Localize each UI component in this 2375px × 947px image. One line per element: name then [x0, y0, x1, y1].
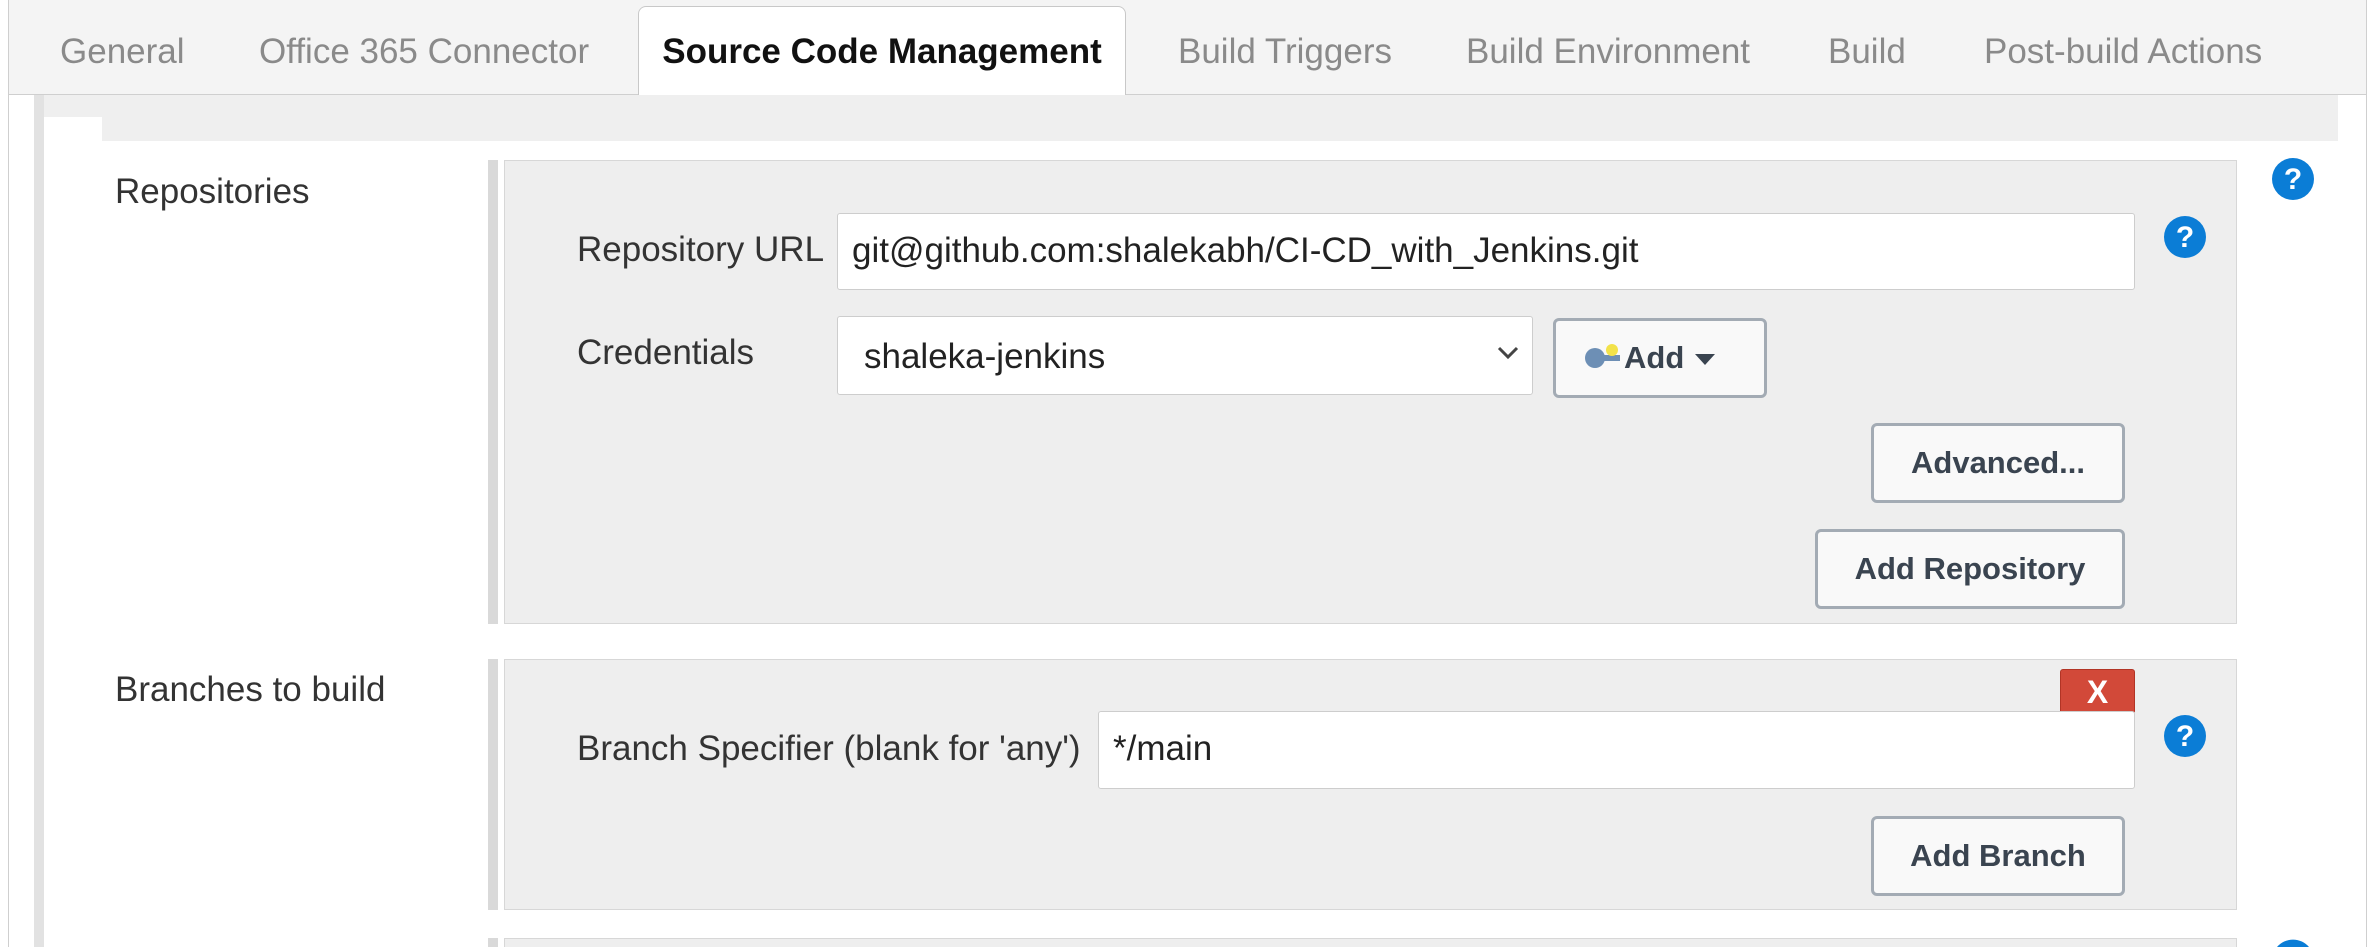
chevron-down-icon [1497, 346, 1519, 360]
branches-to-build-label: Branches to build [115, 670, 386, 709]
repositories-help-icon[interactable]: ? [2271, 157, 2315, 201]
section-header-strip [44, 95, 2338, 141]
add-credentials-button[interactable]: Add [1553, 318, 1767, 398]
next-panel-bar [488, 938, 498, 947]
section-header-gap [44, 117, 102, 141]
add-branch-button[interactable]: Add Branch [1871, 816, 2125, 896]
tab-office-365-connector[interactable]: Office 365 Connector [259, 0, 589, 95]
add-repository-button[interactable]: Add Repository [1815, 529, 2125, 609]
repository-url-input[interactable]: git@github.com:shalekabh/CI-CD_with_Jenk… [837, 213, 2135, 290]
tab-source-code-management[interactable]: Source Code Management [638, 6, 1126, 96]
key-icon [1585, 344, 1620, 368]
branch-panel-bar [488, 659, 498, 910]
help-icon-glyph: ? [2284, 163, 2302, 196]
tab-post-build-actions[interactable]: Post-build Actions [1984, 0, 2262, 95]
tab-build-triggers[interactable]: Build Triggers [1178, 0, 1392, 95]
repository-url-label: Repository URL [577, 230, 825, 269]
section-indent-bar [34, 95, 44, 947]
credentials-select[interactable]: shaleka-jenkins [837, 316, 1533, 395]
repositories-label: Repositories [115, 172, 310, 211]
advanced-button[interactable]: Advanced... [1871, 423, 2125, 503]
branch-specifier-help-icon[interactable]: ? [2163, 714, 2207, 758]
add-credentials-label: Add [1624, 340, 1685, 375]
branch-specifier-label: Branch Specifier (blank for 'any') [577, 729, 1081, 768]
repository-url-help-icon[interactable]: ? [2163, 215, 2207, 259]
tab-general[interactable]: General [60, 0, 185, 95]
next-panel [504, 938, 2237, 947]
next-help-icon[interactable] [2271, 938, 2315, 947]
tab-build[interactable]: Build [1828, 0, 1906, 95]
credentials-select-value: shaleka-jenkins [864, 337, 1106, 376]
repository-panel-bar [488, 160, 498, 624]
credentials-label: Credentials [577, 333, 755, 372]
caret-down-icon [1695, 354, 1715, 365]
branch-specifier-input[interactable]: */main [1098, 711, 2135, 789]
delete-branch-button[interactable]: X [2060, 669, 2135, 714]
help-icon-glyph: ? [2176, 720, 2194, 753]
tab-build-environment[interactable]: Build Environment [1466, 0, 1750, 95]
help-icon-glyph: ? [2176, 221, 2194, 254]
